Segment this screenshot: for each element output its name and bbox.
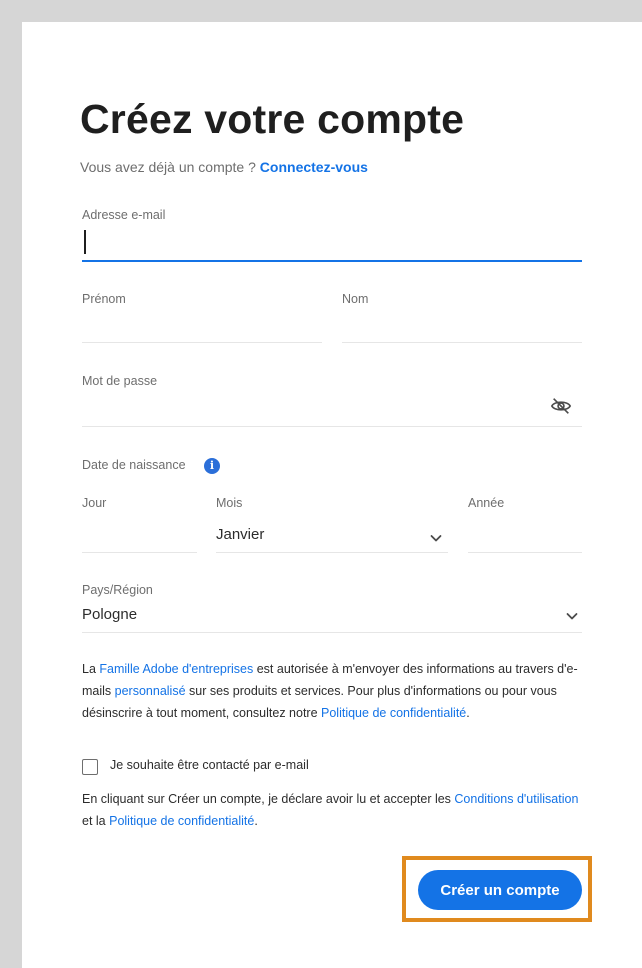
create-account-button[interactable]: Créer un compte <box>418 870 582 910</box>
marketing-consent-text: La Famille Adobe d'entreprises est autor… <box>82 658 587 724</box>
day-label: Jour <box>82 496 107 510</box>
privacy-policy-link[interactable]: Politique de confidentialité <box>109 814 254 828</box>
firstname-field[interactable] <box>82 342 322 343</box>
signin-prompt-text: Vous avez déjà un compte ? <box>80 159 256 175</box>
chevron-down-icon[interactable] <box>564 608 580 624</box>
password-label: Mot de passe <box>82 374 158 388</box>
day-field[interactable] <box>82 552 197 553</box>
year-label: Année <box>468 496 505 510</box>
month-select[interactable] <box>216 552 448 553</box>
adobe-family-link[interactable]: Famille Adobe d'entreprises <box>99 662 253 676</box>
info-icon[interactable]: i <box>204 458 220 474</box>
eye-off-icon[interactable] <box>550 395 572 417</box>
lastname-field[interactable] <box>342 342 582 343</box>
password-field[interactable] <box>82 426 582 427</box>
consent-text: La <box>82 662 100 676</box>
country-label: Pays/Région <box>82 583 153 597</box>
birthdate-label: Date de naissance <box>82 458 186 472</box>
country-select[interactable] <box>82 632 582 633</box>
chevron-down-icon[interactable] <box>428 530 444 546</box>
year-field[interactable] <box>468 552 582 553</box>
terms-text: En cliquant sur Créer un compte, je décl… <box>82 788 587 832</box>
consent-text: . <box>466 706 470 720</box>
month-label: Mois <box>216 496 243 510</box>
email-field[interactable] <box>82 260 582 262</box>
email-contact-checkbox[interactable] <box>82 759 98 775</box>
terms-text-part: . <box>254 814 258 828</box>
firstname-label: Prénom <box>82 292 126 306</box>
month-select-value[interactable]: Janvier <box>216 526 264 543</box>
signin-link[interactable]: Connectez-vous <box>260 159 368 175</box>
terms-text-part: En cliquant sur Créer un compte, je décl… <box>82 792 455 806</box>
email-label: Adresse e-mail <box>82 208 166 222</box>
page-title: Créez votre compte <box>80 96 465 142</box>
country-select-value[interactable]: Pologne <box>82 606 137 623</box>
email-contact-label[interactable]: Je souhaite être contacté par e-mail <box>110 754 309 776</box>
terms-link[interactable]: Conditions d'utilisation <box>454 792 578 806</box>
signup-card: Créez votre compte Vous avez déjà un com… <box>22 22 642 968</box>
lastname-label: Nom <box>342 292 369 306</box>
text-cursor <box>84 230 86 254</box>
terms-text-part: et la <box>82 814 110 828</box>
personalized-link[interactable]: personnalisé <box>115 684 186 698</box>
signin-prompt: Vous avez déjà un compte ? Connectez-vou… <box>80 159 368 175</box>
privacy-policy-link[interactable]: Politique de confidentialité <box>321 706 466 720</box>
